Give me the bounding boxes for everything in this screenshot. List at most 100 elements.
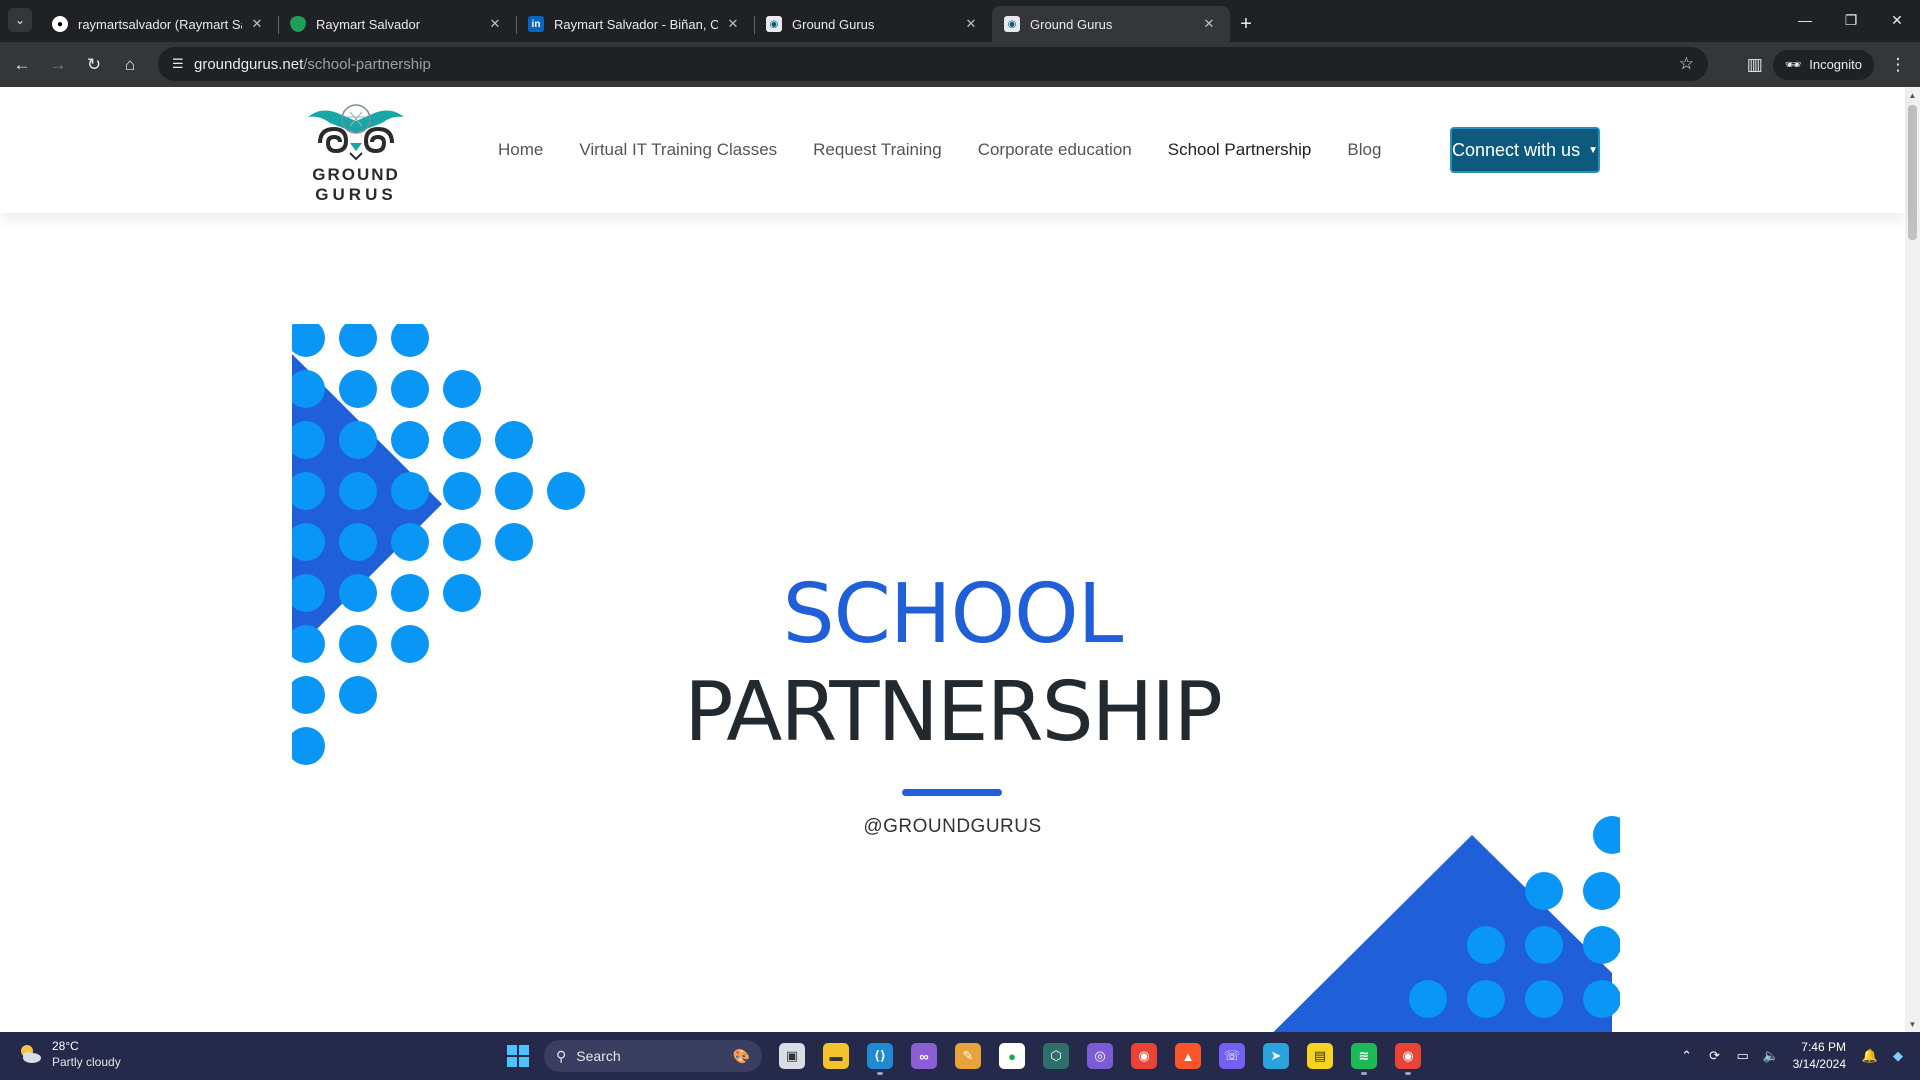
volume-icon[interactable]: 🔈 xyxy=(1757,1048,1785,1064)
taskbar-apps: ▣ ▬ ⟨⟩ ∞ ✎ ● ⬡ ◎ ◉ ▲ ☏ ➤ ▤ ≋ ◉ xyxy=(770,1034,1430,1078)
app-icon-glyph: ⬡ xyxy=(1043,1043,1069,1069)
incognito-icon: 🕶 xyxy=(1784,56,1802,72)
copilot-icon[interactable]: ◆ xyxy=(1884,1048,1912,1064)
viber-icon-glyph: ☏ xyxy=(1219,1043,1245,1069)
brave-icon[interactable]: ▲ xyxy=(1166,1034,1210,1078)
browser-tab[interactable]: Raymart Salvador ✕ xyxy=(278,6,517,42)
spotify-icon-glyph: ≋ xyxy=(1351,1043,1377,1069)
sync-icon[interactable]: ⟳ xyxy=(1701,1048,1729,1064)
tab-title: Raymart Salvador xyxy=(316,16,421,32)
tab-list: ● raymartsalvador (Raymart Salvador) ✕ R… xyxy=(40,6,1262,42)
github-desktop-icon[interactable]: ◎ xyxy=(1078,1034,1122,1078)
tab-close-icon[interactable]: ✕ xyxy=(962,15,980,33)
browser-tab-active[interactable]: ◉ Ground Gurus ✕ xyxy=(992,6,1230,42)
tab-close-icon[interactable]: ✕ xyxy=(486,15,504,33)
main-nav: Home Virtual IT Training Classes Request… xyxy=(498,87,1417,213)
tab-search-chevron-icon[interactable]: ⌄ xyxy=(8,8,32,32)
nav-blog[interactable]: Blog xyxy=(1347,140,1381,160)
decorative-dot xyxy=(391,472,429,510)
linkedin-icon: in xyxy=(528,16,544,32)
nav-request-training[interactable]: Request Training xyxy=(813,140,942,160)
incognito-badge[interactable]: 🕶 Incognito xyxy=(1772,49,1874,80)
decorative-dot xyxy=(1467,980,1505,1018)
home-icon[interactable]: ⌂ xyxy=(112,47,148,83)
tab-title: Raymart Salvador - Biñan, Calabarzon xyxy=(554,16,718,32)
sticky-notes-icon-glyph: ▤ xyxy=(1307,1043,1333,1069)
logo-text-top: GROUND xyxy=(312,165,400,184)
nav-school-partnership[interactable]: School Partnership xyxy=(1168,140,1312,160)
back-arrow-icon[interactable]: ← xyxy=(4,47,40,83)
new-tab-plus-icon[interactable]: + xyxy=(1230,6,1262,42)
page-scrollbar[interactable]: ▲ ▼ xyxy=(1905,87,1920,1032)
forward-arrow-icon[interactable]: → xyxy=(40,47,76,83)
decorative-dot xyxy=(1583,872,1620,910)
caret-down-icon: ▼ xyxy=(1588,144,1598,156)
tab-close-icon[interactable]: ✕ xyxy=(1200,15,1218,33)
tab-close-icon[interactable]: ✕ xyxy=(724,15,742,33)
taskbar-search[interactable]: ⚲ Search 🎨 xyxy=(544,1040,762,1072)
partly-cloudy-icon xyxy=(21,1045,41,1063)
groundgurus-icon: ◉ xyxy=(766,16,782,32)
decorative-dot xyxy=(1525,926,1563,964)
close-window-icon[interactable]: ✕ xyxy=(1874,0,1920,40)
nav-virtual-it-training[interactable]: Virtual IT Training Classes xyxy=(579,140,777,160)
decorative-dot xyxy=(547,472,585,510)
address-bar[interactable]: ☰ groundgurus.net/school-partnership ☆ xyxy=(158,47,1708,81)
decorative-dot xyxy=(1525,872,1563,910)
telegram-icon[interactable]: ➤ xyxy=(1254,1034,1298,1078)
connect-with-us-button[interactable]: Connect with us ▼ xyxy=(1450,127,1600,173)
browser-tab[interactable]: ◉ Ground Gurus ✕ xyxy=(754,6,992,42)
file-explorer-icon[interactable]: ▬ xyxy=(814,1034,858,1078)
minimize-icon[interactable]: — xyxy=(1782,0,1828,40)
windows-start-icon[interactable] xyxy=(500,1038,536,1074)
weather-widget[interactable]: 28°C Partly cloudy xyxy=(16,1038,121,1070)
system-clock[interactable]: 7:46 PM 3/14/2024 xyxy=(1793,1039,1846,1073)
search-icon: ⚲ xyxy=(556,1047,567,1064)
paint-icon[interactable]: ✎ xyxy=(946,1034,990,1078)
side-panel-icon[interactable]: ▥ xyxy=(1737,47,1773,83)
decorative-dot xyxy=(495,523,533,561)
notification-bell-icon[interactable]: 🔔 xyxy=(1856,1048,1884,1064)
vscode-icon[interactable]: ⟨⟩ xyxy=(858,1034,902,1078)
decorative-dot xyxy=(292,324,325,357)
mongodb-compass-icon[interactable]: ● xyxy=(990,1034,1034,1078)
decorative-dot xyxy=(443,523,481,561)
site-info-icon[interactable]: ☰ xyxy=(172,56,194,72)
taskbar-search-label: Search xyxy=(576,1048,621,1064)
windows-taskbar: 28°C Partly cloudy ⚲ Search 🎨 ▣ ▬ ⟨⟩ ∞ ✎ ● ⬡ ◎ ◉… xyxy=(0,1032,1920,1080)
network-icon[interactable]: ▭ xyxy=(1729,1048,1757,1064)
task-view-icon[interactable]: ▣ xyxy=(770,1034,814,1078)
menu-kebab-icon[interactable]: ⋮ xyxy=(1880,47,1916,83)
chrome-incognito-icon[interactable]: ◉ xyxy=(1386,1034,1430,1078)
spotify-icon[interactable]: ≋ xyxy=(1342,1034,1386,1078)
tab-close-icon[interactable]: ✕ xyxy=(248,15,266,33)
hero-title-partnership: PARTNERSHIP xyxy=(684,665,1223,760)
shield-leaf-icon xyxy=(290,16,306,32)
groundgurus-icon: ◉ xyxy=(1004,16,1020,32)
nav-home[interactable]: Home xyxy=(498,140,543,160)
decorative-dot xyxy=(339,324,377,357)
viber-icon[interactable]: ☏ xyxy=(1210,1034,1254,1078)
browser-tab[interactable]: ● raymartsalvador (Raymart Salvador) ✕ xyxy=(40,6,279,42)
visual-studio-icon[interactable]: ∞ xyxy=(902,1034,946,1078)
decorative-dot xyxy=(443,472,481,510)
decorative-dot xyxy=(391,523,429,561)
restore-icon[interactable]: ❐ xyxy=(1828,0,1874,40)
tray-overflow-chevron-icon[interactable]: ⌃ xyxy=(1673,1048,1701,1064)
chrome-icon[interactable]: ◉ xyxy=(1122,1034,1166,1078)
sticky-notes-icon[interactable]: ▤ xyxy=(1298,1034,1342,1078)
decorative-dot xyxy=(443,421,481,459)
scroll-up-icon[interactable]: ▲ xyxy=(1905,87,1920,103)
nav-corporate-education[interactable]: Corporate education xyxy=(978,140,1132,160)
scroll-down-icon[interactable]: ▼ xyxy=(1905,1016,1920,1032)
chrome-incognito-icon-glyph: ◉ xyxy=(1395,1043,1421,1069)
app-icon[interactable]: ⬡ xyxy=(1034,1034,1078,1078)
reload-icon[interactable]: ↻ xyxy=(76,47,112,83)
owl-logo-icon xyxy=(308,104,404,161)
site-header: GROUND GURUS Home Virtual IT Training Cl… xyxy=(0,87,1905,213)
browser-tab[interactable]: in Raymart Salvador - Biñan, Calabarzon … xyxy=(516,6,755,42)
bookmark-star-icon[interactable]: ☆ xyxy=(1679,54,1694,74)
decorative-dot xyxy=(1525,980,1563,1018)
groundgurus-logo[interactable]: GROUND GURUS xyxy=(302,99,410,205)
scrollbar-thumb[interactable] xyxy=(1908,105,1917,240)
